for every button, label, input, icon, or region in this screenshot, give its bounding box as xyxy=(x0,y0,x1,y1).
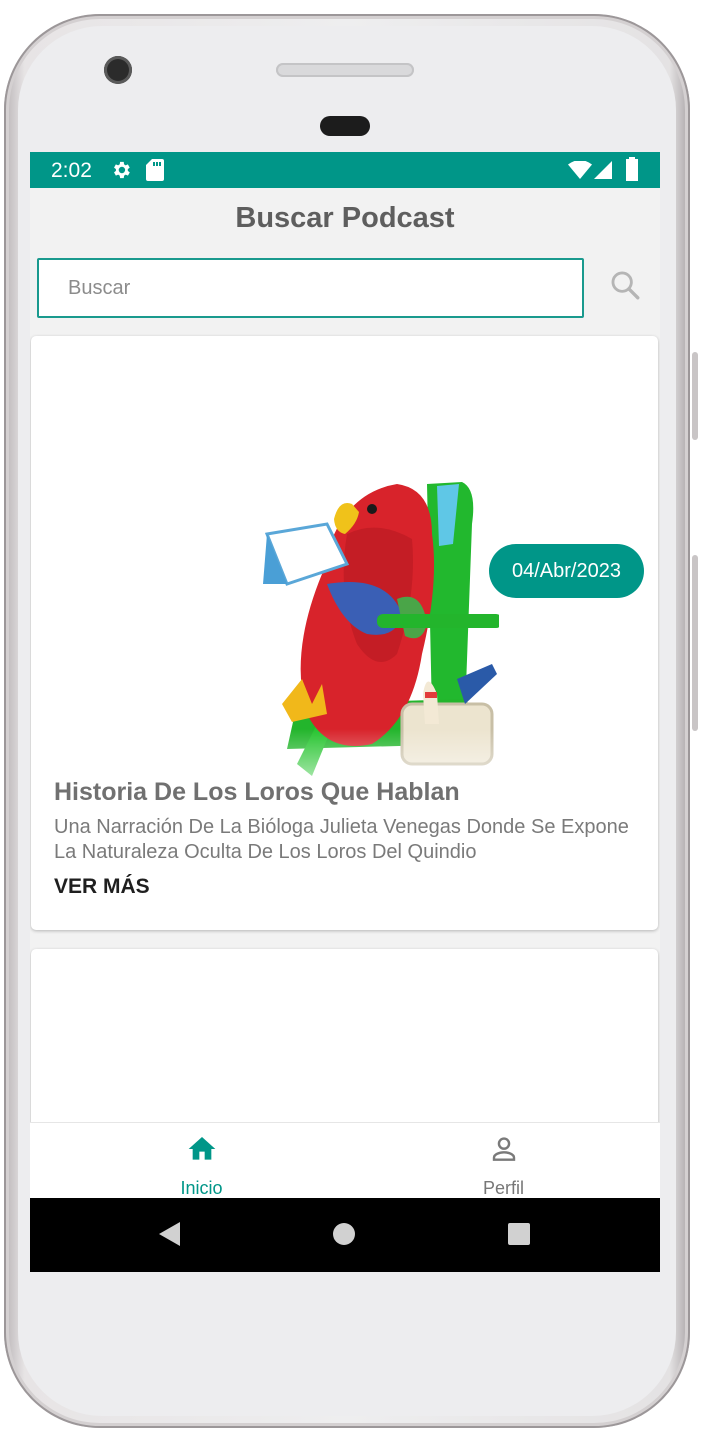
nav-item-profile[interactable]: Perfil xyxy=(345,1123,660,1199)
volume-button xyxy=(692,352,698,440)
power-button xyxy=(692,555,698,731)
person-icon xyxy=(492,1137,515,1161)
sd-card-icon xyxy=(146,159,164,181)
nav-label-profile: Perfil xyxy=(482,1178,524,1198)
home-icon xyxy=(188,1137,215,1160)
bottom-navigation: Inicio Perfil xyxy=(30,1122,660,1199)
wifi-icon xyxy=(568,161,592,179)
earpiece-speaker xyxy=(276,63,414,77)
system-navigation-bar xyxy=(30,1198,660,1272)
status-time: 2:02 xyxy=(51,159,92,182)
nav-item-home[interactable]: Inicio xyxy=(30,1123,345,1199)
card-title: Historia De Los Loros Que Hablan xyxy=(54,778,460,806)
app-screen: 2:02 Buscar Podcast Buscar 04/Abr/2023 H… xyxy=(30,152,660,1272)
card-description: Una Narración De La Bióloga Julieta Vene… xyxy=(54,816,629,863)
home-circle-icon[interactable] xyxy=(332,1221,356,1247)
battery-icon xyxy=(626,157,638,181)
recents-icon[interactable] xyxy=(507,1221,531,1247)
proximity-sensor xyxy=(320,116,370,136)
date-badge: 04/Abr/2023 xyxy=(489,544,644,598)
search-box xyxy=(37,258,584,318)
search-input[interactable] xyxy=(39,260,582,316)
page-title: Buscar Podcast xyxy=(235,202,455,234)
podcast-card[interactable]: 04/Abr/2023 Historia De Los Loros Que Ha… xyxy=(31,336,658,930)
signal-icon xyxy=(594,161,612,179)
gear-icon xyxy=(114,161,130,179)
front-camera xyxy=(104,56,132,84)
see-more-button[interactable]: VER MÁS xyxy=(54,875,150,899)
nav-label-home: Inicio xyxy=(180,1178,223,1198)
back-icon[interactable] xyxy=(157,1221,181,1247)
search-icon[interactable] xyxy=(608,268,642,302)
status-bar: 2:02 xyxy=(30,152,660,188)
podcast-image xyxy=(227,482,499,814)
